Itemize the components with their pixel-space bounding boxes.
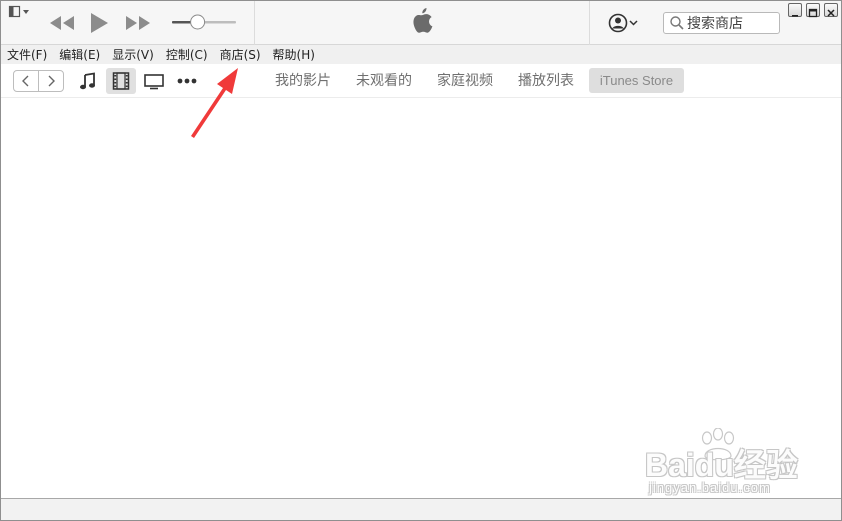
account-icon[interactable]	[607, 12, 641, 34]
player-bar: 搜索商店	[1, 1, 841, 45]
sidebar-toggle-icon[interactable]	[8, 5, 32, 19]
search-store-field[interactable]: 搜索商店	[663, 12, 780, 34]
maximize-icon	[808, 8, 818, 18]
tab-home-videos[interactable]: 家庭视频	[437, 70, 493, 94]
menu-view[interactable]: 显示(V)	[106, 46, 160, 64]
menu-file[interactable]: 文件(F)	[1, 46, 53, 64]
music-note-icon	[80, 72, 95, 90]
tv-icon	[144, 74, 164, 90]
back-button[interactable]	[14, 71, 38, 91]
media-movies[interactable]	[106, 68, 136, 94]
menu-help[interactable]: 帮助(H)	[267, 46, 321, 64]
apple-logo-icon	[413, 8, 433, 33]
baidu-watermark: Baidu经验 jingyan.baidu.com	[645, 428, 805, 502]
watermark-url: jingyan.baidu.com	[649, 480, 771, 495]
menu-edit[interactable]: 编辑(E)	[53, 46, 106, 64]
close-button[interactable]	[824, 3, 838, 17]
volume-slider[interactable]	[172, 13, 236, 31]
play-button[interactable]	[85, 9, 113, 37]
rewind-button[interactable]	[47, 9, 77, 37]
rewind-icon	[50, 16, 74, 30]
lcd-left-divider	[254, 1, 255, 45]
nav-bar: 我的影片 未观看的 家庭视频 播放列表 iTunes Store	[1, 64, 841, 98]
fast-forward-button[interactable]	[123, 9, 153, 37]
media-tv[interactable]	[139, 68, 169, 94]
tab-my-movies[interactable]: 我的影片	[275, 70, 331, 94]
tab-playlists[interactable]: 播放列表	[518, 70, 574, 94]
film-icon	[112, 72, 130, 90]
tab-unwatched[interactable]: 未观看的	[356, 70, 412, 94]
close-icon	[827, 9, 835, 17]
lcd-right-divider	[589, 1, 590, 45]
maximize-button[interactable]	[806, 3, 820, 18]
magnifier-icon	[670, 16, 684, 30]
annotation-arrow	[191, 68, 238, 138]
fast-forward-icon	[126, 16, 150, 30]
chevron-right-icon	[48, 75, 55, 87]
chevron-left-icon	[22, 75, 29, 87]
minimize-button[interactable]	[788, 3, 802, 17]
menu-store[interactable]: 商店(S)	[214, 46, 267, 64]
menu-bar: 文件(F) 编辑(E) 显示(V) 控制(C) 商店(S) 帮助(H)	[1, 45, 841, 64]
minimize-icon	[792, 15, 798, 17]
tab-itunes-store[interactable]: iTunes Store	[589, 68, 684, 93]
history-nav	[13, 70, 64, 92]
forward-button[interactable]	[38, 71, 63, 91]
menu-controls[interactable]: 控制(C)	[160, 46, 214, 64]
search-placeholder: 搜索商店	[687, 16, 743, 32]
media-music[interactable]	[73, 68, 103, 94]
play-icon	[91, 13, 108, 33]
